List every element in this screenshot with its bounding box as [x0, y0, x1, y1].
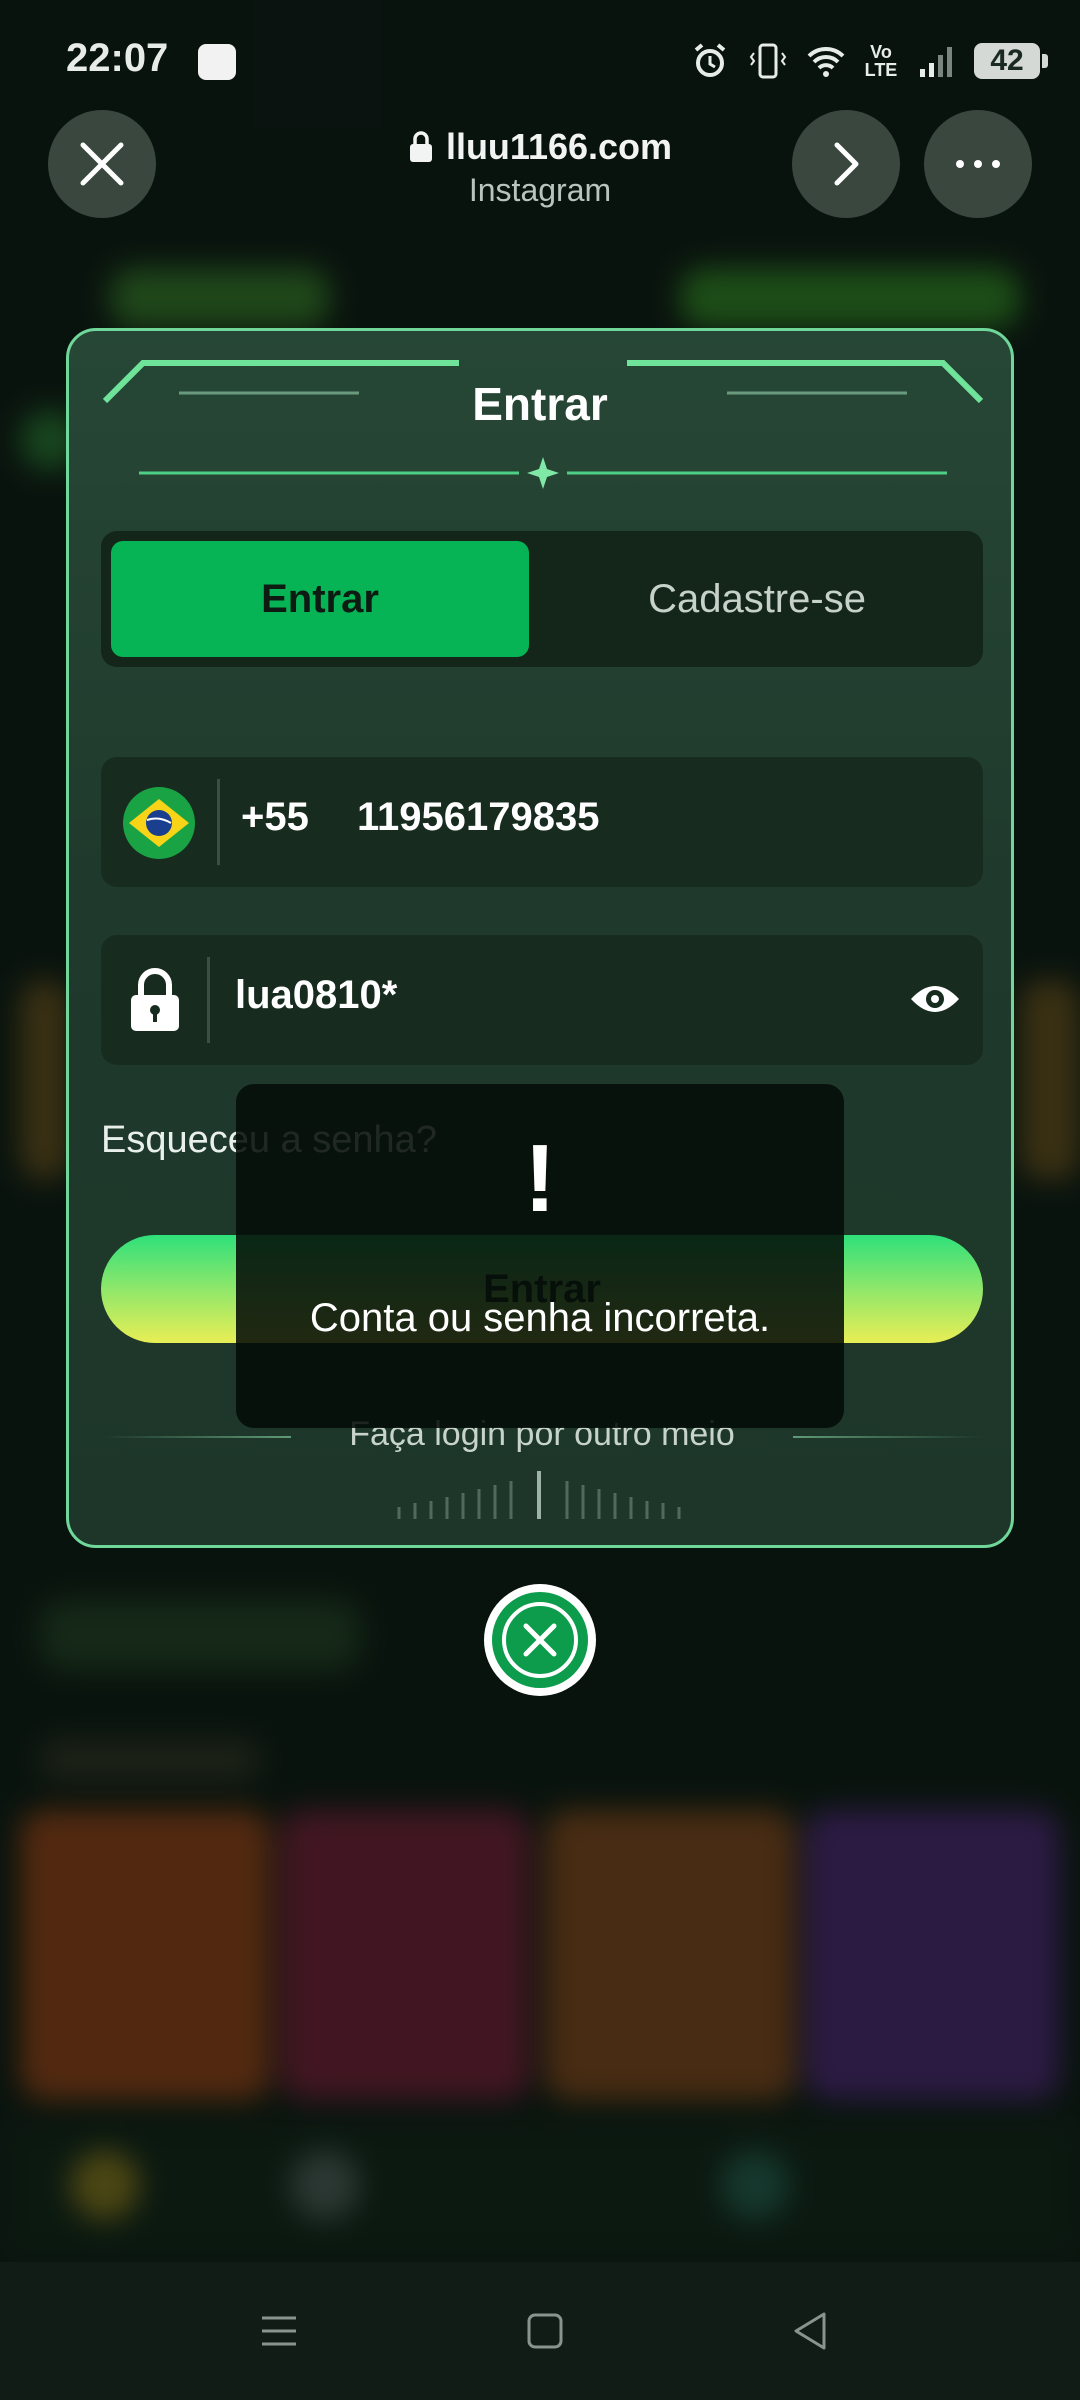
vibrate-icon	[749, 43, 787, 79]
alarm-icon	[694, 43, 726, 77]
tab-login[interactable]: Entrar	[111, 541, 529, 657]
status-bar: 22:07 Vo LTE 42	[0, 0, 1080, 110]
wifi-icon	[807, 46, 845, 77]
url-source: Instagram	[468, 172, 612, 208]
close-icon	[502, 1602, 578, 1678]
toast-message: Conta ou senha incorreta.	[309, 1296, 771, 1340]
phone-field[interactable]: +55 11956179835	[101, 757, 983, 887]
forward-button[interactable]	[792, 110, 900, 218]
dialog-title: Entrar	[472, 378, 608, 430]
tab-register[interactable]: Cadastre-se	[541, 541, 973, 657]
notification-icon	[198, 44, 236, 80]
back-icon[interactable]	[786, 2306, 836, 2356]
url-display[interactable]: lluu1166.com Instagram	[300, 126, 780, 209]
system-nav-bar	[0, 2262, 1080, 2400]
chevron-right-icon	[834, 142, 859, 186]
eye-icon[interactable]	[909, 977, 961, 1021]
volte-indicator: Vo LTE	[864, 42, 898, 80]
password-input[interactable]: lua0810*	[235, 973, 397, 1018]
field-divider	[217, 779, 220, 865]
lock-icon	[409, 131, 432, 162]
phone-input[interactable]: 11956179835	[357, 795, 600, 840]
url-text: lluu1166.com	[445, 126, 673, 167]
title-decoration	[102, 360, 984, 489]
password-field[interactable]: lua0810*	[101, 935, 983, 1065]
more-icon	[956, 160, 1000, 168]
menu-icon[interactable]	[254, 2306, 304, 2356]
url-line: lluu1166.com	[408, 126, 672, 168]
country-code[interactable]: +55	[241, 795, 309, 840]
auth-tabs: Entrar Cadastre-se	[101, 531, 983, 667]
status-icons: Vo LTE 42	[690, 36, 1048, 86]
close-browser-button[interactable]	[48, 110, 156, 218]
status-time: 22:07	[66, 36, 169, 80]
battery-icon: 42	[974, 43, 1048, 79]
scroll-indicator	[397, 1471, 681, 1519]
brazil-flag-icon[interactable]	[123, 787, 195, 859]
browser-toolbar: lluu1166.com Instagram	[0, 110, 1080, 240]
lock-icon	[131, 968, 179, 1031]
dismiss-dialog-button[interactable]	[484, 1584, 596, 1696]
error-toast: ! Conta ou senha incorreta.	[236, 1084, 844, 1428]
close-icon	[80, 142, 124, 186]
signal-icon	[920, 47, 952, 77]
field-divider	[207, 957, 210, 1043]
home-icon[interactable]	[520, 2306, 570, 2356]
more-options-button[interactable]	[924, 110, 1032, 218]
alert-icon: !	[524, 1125, 556, 1232]
dismiss-inner	[492, 1592, 588, 1688]
